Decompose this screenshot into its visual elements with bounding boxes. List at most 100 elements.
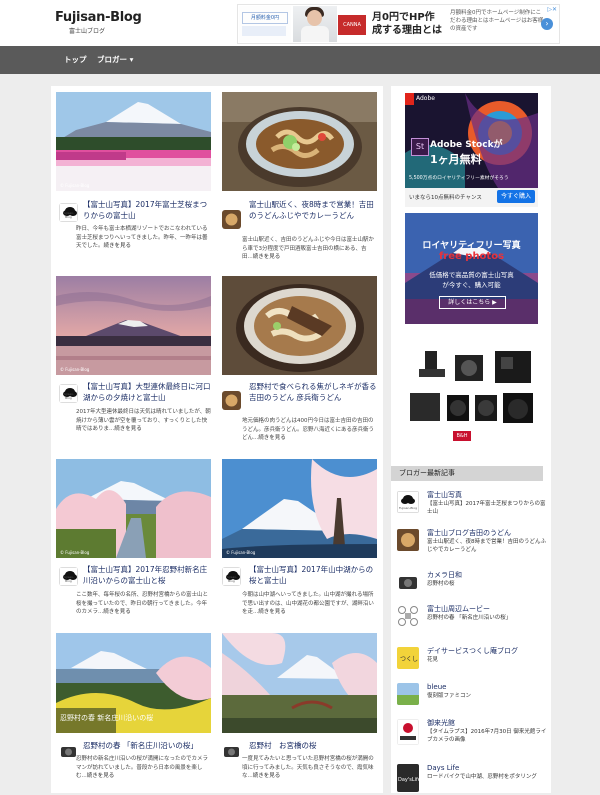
freephotos-ad[interactable]: ロイヤリティフリー写真 free photos 低価格で高品質の富士山写真 が今… <box>405 213 538 324</box>
latest-post-item[interactable]: 富士山周辺ムービー 忍野村の春 「新名庄川沿いの桜」 <box>397 604 547 636</box>
adobe-offer: 1ヶ月無料 <box>430 153 482 166</box>
post-excerpt: 一度見てみたいと思っていた忍野村宮橋の桜が満開の頃に行ってみました。天気も良さそ… <box>242 756 374 779</box>
main-nav: トップ ブロガー ▾ <box>0 46 600 74</box>
logo-subtitle: 富士山ブログ <box>69 28 106 35</box>
freephotos-line1: 低価格で高品質の富士山写真 <box>429 271 514 279</box>
post-title[interactable]: 【富士山写真】2017年山中湖からの桜と富士山 <box>249 564 377 586</box>
post-title[interactable]: 【富士山写真】大型連休最終日に河口湖からの夕焼けと富士山 <box>83 381 211 403</box>
blog-name[interactable]: 富士山写真 <box>427 490 547 500</box>
udon-blog-avatar-icon <box>222 391 241 410</box>
adobe-brand: Adobe <box>416 95 435 102</box>
post-title[interactable]: 忍野村 お宮橋の桜 <box>249 740 377 751</box>
post-excerpt: ここ数年、毎年桜の名所、忍野村宮橋からの富士山と桜を撮っていたので、昨日の朝行っ… <box>76 592 209 615</box>
adobe-stock-ad[interactable]: Adobe St Adobe Stockが 1ヶ月無料 5,500万点のロイヤリ… <box>405 93 538 207</box>
latest-post-item[interactable]: つくし デイサービスつくし庵ブログ 花見 <box>397 646 547 678</box>
adobe-cta-text: いまなら10点無料のチャンス <box>409 195 482 201</box>
read-more-link[interactable]: 続きを見る <box>253 773 281 779</box>
ad-choices-icon[interactable]: ▷✕ <box>547 6 557 13</box>
read-more-link[interactable]: 続きを見る <box>253 254 281 260</box>
post-link[interactable]: 花見 <box>427 656 547 664</box>
post-title[interactable]: 忍野村の春 「新名庄川沿いの桜」 <box>83 740 211 751</box>
freephotos-line2: が今すぐ、購入可能 <box>442 281 501 289</box>
post-thumbnail[interactable] <box>222 276 377 375</box>
post-excerpt: 忍野村の新名庄川沿いの桜が満開になったのでカメラマンが訪れていました。普段から日… <box>76 756 209 779</box>
udon-blog-avatar-icon <box>222 210 241 229</box>
post-title[interactable]: 【富士山写真】2017年富士芝桜まつりからの富士山 <box>83 199 209 221</box>
post-excerpt: 2017年大型連休最終日は天気は晴れていましたが、朝焼けから薄い雲が空を覆ってお… <box>76 409 211 432</box>
latest-post-item[interactable]: 富士山ブログ吉田のうどん 富士山駅近く、夜8時まで営業！吉田のうどんふじやでカレ… <box>397 528 547 560</box>
post-title[interactable]: 【富士山写真】2017年忍野村新名庄川沿いからの富士山と桜 <box>83 564 211 586</box>
post-excerpt: 今朝は山中湖へいってきました。山中湖が撮れる場所で思い出すのは、山中湖花の都公園… <box>242 592 374 615</box>
latest-post-item[interactable]: 御来光館 【タイムラプス】2016年7月30日 御来光館ライブカメラの画像 <box>397 718 547 750</box>
post-link[interactable]: 復刻版ファミコン <box>427 692 547 700</box>
logo-title[interactable]: Fujisan-Blog <box>55 10 142 25</box>
ad-badge: CANNA <box>338 15 366 35</box>
post-thumbnail[interactable]: © Fujisan-Blog <box>56 92 211 191</box>
nav-item-top[interactable]: トップ <box>64 46 87 74</box>
blog-name[interactable]: 御来光館 <box>427 718 547 728</box>
ad-image-left: 月額料金0円 <box>239 6 291 42</box>
latest-post-item[interactable]: bleue 復刻版ファミコン <box>397 682 547 714</box>
post-grid: © Fujisan-Blog 【富士山写真】2017年富士芝桜まつりからの富士山… <box>51 86 383 793</box>
header-ad-banner[interactable]: 月額料金0円 CANNA 月0円でHP作成する理由とは 月額料金0円でホームペー… <box>237 4 560 44</box>
read-more-link[interactable]: 続きを見る <box>87 773 115 779</box>
freephotos-brand: free photos <box>438 251 505 262</box>
freephotos-details-button[interactable]: 詳しくはこちら ▶ <box>439 296 506 309</box>
fujisan-blog-avatar-icon <box>59 384 78 403</box>
bh-logo: B&H <box>456 433 468 439</box>
read-more-link[interactable]: 続きを見る <box>103 609 131 615</box>
post-link[interactable]: 忍野村の春 「新名庄川沿いの桜」 <box>427 614 547 622</box>
svg-text:つくし: つくし <box>400 656 418 663</box>
days-life-logo-icon: Day'sLife <box>397 764 419 792</box>
photo-watermark: 忍野村の春 新名庄川沿いの桜 <box>60 714 154 722</box>
fujisan-blog-avatar-icon <box>59 203 78 222</box>
post-link[interactable]: 忍野村の桜 <box>427 580 547 588</box>
post-thumbnail[interactable]: © Fujisan-Blog <box>56 276 211 375</box>
ad-small-label: 月額料金0円 <box>242 12 288 24</box>
tsukushi-logo-icon: つくし <box>397 647 419 669</box>
adobe-product: Adobe Stockが <box>430 140 503 150</box>
post-title[interactable]: 富士山駅近く、夜8時まで営業！吉田のうどんふじやでカレーうどん <box>249 199 377 221</box>
post-thumbnail[interactable]: © Fujisan-Blog <box>222 459 377 558</box>
svg-text:Day'sLife: Day'sLife <box>398 777 419 783</box>
bh-camera-ad[interactable]: B&H <box>405 343 538 455</box>
photo-watermark: © Fujisan-Blog <box>60 183 90 188</box>
post-title[interactable]: 忍野村で食べられる焦がしネギが香る吉田のうどん 彦兵衛うどん <box>249 381 377 403</box>
blog-name[interactable]: 富士山周辺ムービー <box>427 604 547 614</box>
read-more-link[interactable]: 続きを見る <box>258 435 286 441</box>
post-link[interactable]: 【タイムラプス】2016年7月30日 御来光館ライブカメラの画像 <box>427 728 547 744</box>
blog-name[interactable]: bleue <box>427 682 547 692</box>
post-thumbnail[interactable]: 忍野村の春 新名庄川沿いの桜 <box>56 633 211 733</box>
post-link[interactable]: ロードバイクで山中湖、忍野村をポタリング <box>427 773 547 781</box>
photo-watermark: © Fujisan-Blog <box>60 367 90 372</box>
ad-next-arrow-icon[interactable]: › <box>541 18 553 30</box>
ad-person-image <box>293 6 337 42</box>
read-more-link[interactable]: 続きを見る <box>114 426 142 432</box>
adobe-buy-button[interactable]: 今すぐ購入 <box>497 190 535 203</box>
ad-headline[interactable]: 月0円でHP作成する理由とは <box>372 11 444 37</box>
goraikokan-logo-icon <box>397 719 419 745</box>
post-excerpt: 地元価格の肉うどんは400円今日は富士吉田の吉田のうどん。彦兵衛うどん。忍野八海… <box>242 418 375 441</box>
photo-watermark: © Fujisan-Blog <box>226 550 256 555</box>
latest-post-item[interactable]: Day'sLife Days Life ロードバイクで山中湖、忍野村をポタリング <box>397 763 547 795</box>
post-thumbnail[interactable]: © Fujisan-Blog <box>56 459 211 558</box>
landscape-icon <box>397 683 419 705</box>
latest-post-item[interactable]: カメラ日和 忍野村の桜 <box>397 570 547 602</box>
site-header: Fujisan-Blog 富士山ブログ 月額料金0円 CANNA 月0円でHP作… <box>0 0 600 46</box>
post-link[interactable]: 富士山駅近く、夜8時まで営業！吉田のうどんふじやでカレーうどん <box>427 538 547 554</box>
read-more-link[interactable]: 続きを見る <box>104 243 132 249</box>
freephotos-headline: ロイヤリティフリー写真 <box>422 241 521 251</box>
blog-name[interactable]: デイサービスつくし庵ブログ <box>427 646 547 656</box>
fujisan-blog-avatar-icon <box>59 567 78 586</box>
site-logo[interactable]: Fujisan-Blog 富士山ブログ <box>55 10 142 35</box>
post-thumbnail[interactable] <box>222 633 377 733</box>
blog-name[interactable]: カメラ日和 <box>427 570 547 580</box>
blog-name[interactable]: Days Life <box>427 763 547 773</box>
post-link[interactable]: 【富士山写真】2017年富士芝桜まつりからの富士山 <box>427 500 547 516</box>
blog-name[interactable]: 富士山ブログ吉田のうどん <box>427 528 547 538</box>
latest-post-item[interactable]: 富士山写真 【富士山写真】2017年富士芝桜まつりからの富士山 <box>397 490 547 522</box>
read-more-link[interactable]: 続きを見る <box>258 609 286 615</box>
post-excerpt: 昨日、今年も富士本栖湖リゾートでおこなわれている富士芝桜まつりへいってきました。… <box>76 226 208 249</box>
post-thumbnail[interactable] <box>222 92 377 191</box>
nav-item-blogger[interactable]: ブロガー ▾ <box>97 46 133 74</box>
